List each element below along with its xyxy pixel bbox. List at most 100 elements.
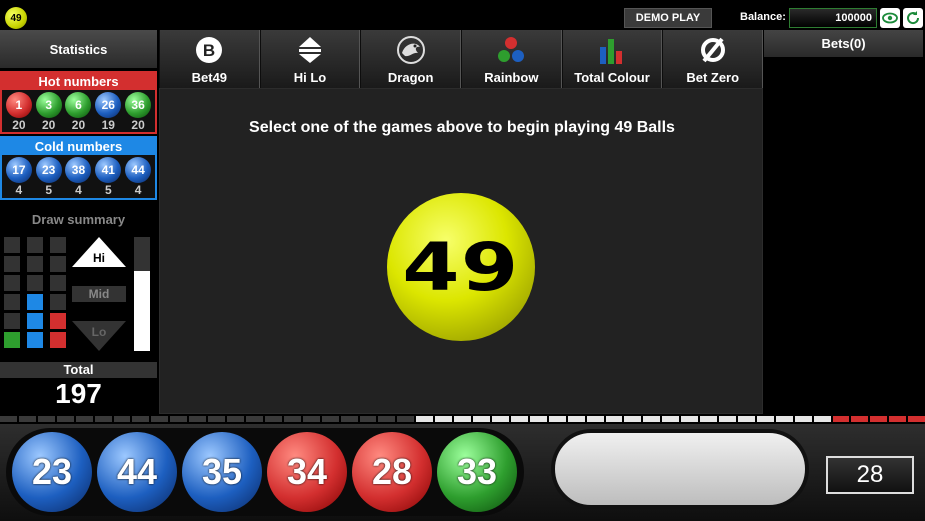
hot-number-count: 20 [131,118,145,132]
bets-header[interactable]: Bets(0) [764,30,923,57]
hot-number-count: 20 [42,118,56,132]
strip-segment [567,416,585,422]
strip-segment [132,416,150,422]
game-window: 49 DEMO PLAY Balance: 100000 Statistics … [0,0,925,521]
strip-segment [75,416,93,422]
cold-number-count: 5 [104,183,112,197]
dragon-icon [396,35,426,65]
game-tabs: B Bet49 Hi Lo Dragon Rainbow Total Colou… [159,30,764,88]
draw-summary-cell [4,237,20,253]
strip-segment [416,416,434,422]
strip-segment [756,416,774,422]
strip-segment [189,416,207,422]
draw-summary-cell [50,275,66,291]
draw-summary-cell [27,237,43,253]
cold-number-count: 5 [45,183,53,197]
hi-label: Hi [93,251,105,265]
draw-progress-strip [0,416,925,422]
strip-segment [0,416,17,422]
draw-summary-cell [4,275,20,291]
result-ball: 23 [12,432,92,512]
strip-segment [529,416,547,422]
cold-number-ball: 38 [65,157,92,183]
strip-segment [700,416,718,422]
strip-segment [851,416,869,422]
draw-summary-cell [50,313,66,329]
draw-summary-cell [50,237,66,253]
draw-summary-title: Draw summary [31,212,126,227]
strip-segment [548,416,566,422]
tab-label: Hi Lo [293,70,327,85]
draw-summary-cell [4,256,20,272]
results-tray: 23 44 35 34 28 33 [6,428,524,516]
demo-play-button[interactable]: DEMO PLAY [624,8,712,28]
tab-bet49[interactable]: B Bet49 [159,30,260,88]
strip-segment [454,416,472,422]
tab-dragon[interactable]: Dragon [360,30,462,88]
tab-label: Total Colour [574,70,650,85]
three-dots-icon [496,35,526,65]
strip-segment [586,416,604,422]
draw-summary-cell [27,313,43,329]
cold-number-ball: 17 [5,157,32,183]
draw-summary-cell [50,332,66,348]
draw-summary-cell [4,332,20,348]
tab-label: Bet49 [191,70,228,85]
select-game-prompt: Select one of the games above to begin p… [249,119,675,136]
strip-segment [775,416,793,422]
strip-segment [56,416,74,422]
tab-rainbow[interactable]: Rainbow [461,30,562,88]
draw-summary-cell [50,294,66,310]
refresh-icon[interactable] [903,8,923,28]
cold-number-count: 4 [134,183,142,197]
cold-numbers-title: Cold numbers [2,138,155,155]
strip-segment [889,416,907,422]
strip-segment [208,416,226,422]
cold-number-ball: 41 [95,157,122,183]
hot-number-count: 19 [101,118,115,132]
statistics-header: Statistics [0,30,157,70]
hot-number-ball: 36 [125,92,152,118]
strip-segment [908,416,925,422]
strip-segment [321,416,339,422]
hot-number-count: 20 [12,118,26,132]
tab-hi-lo[interactable]: Hi Lo [259,30,361,88]
draw-summary-cell [27,256,43,272]
strip-segment [94,416,112,422]
hot-numbers-panel: Hot numbers 1 3 6 26 36 20 20 20 19 20 [0,71,157,134]
strip-segment [510,416,528,422]
b-circle-icon: B [194,35,224,65]
strip-segment [813,416,831,422]
lo-label: Lo [91,325,107,339]
strip-segment [605,416,623,422]
hot-number-ball: 26 [95,92,122,118]
hot-number-ball: 1 [5,92,32,118]
cold-number-ball: 44 [125,157,152,183]
result-ball: 34 [267,432,347,512]
draw-summary-cell [4,313,20,329]
next-ball-slot [551,429,809,509]
draw-summary-cell [4,294,20,310]
eye-icon[interactable] [880,8,900,28]
cold-number-ball: 23 [35,157,62,183]
result-ball: 33 [437,432,517,512]
strip-segment [340,416,358,422]
cold-numbers-panel: Cold numbers 17 23 38 41 44 4 5 4 5 4 [0,136,157,200]
strip-segment [151,416,169,422]
strip-segment [681,416,699,422]
tab-bet-zero[interactable]: Bet Zero [662,30,764,88]
strip-segment [473,416,490,422]
hi-lo-level-fill [134,271,150,351]
mid-label: Mid [72,286,126,302]
hot-number-ball: 6 [65,92,92,118]
strip-segment [302,416,320,422]
draw-summary-cell [27,332,43,348]
draw-summary-grid [4,237,66,348]
game-stage: Select one of the games above to begin p… [159,88,763,414]
strip-segment [283,416,301,422]
balance-value: 100000 [789,8,877,28]
strip-segment [662,416,680,422]
tab-total-colour[interactable]: Total Colour [561,30,663,88]
strip-segment [435,416,453,422]
tab-label: Rainbow [484,70,539,85]
